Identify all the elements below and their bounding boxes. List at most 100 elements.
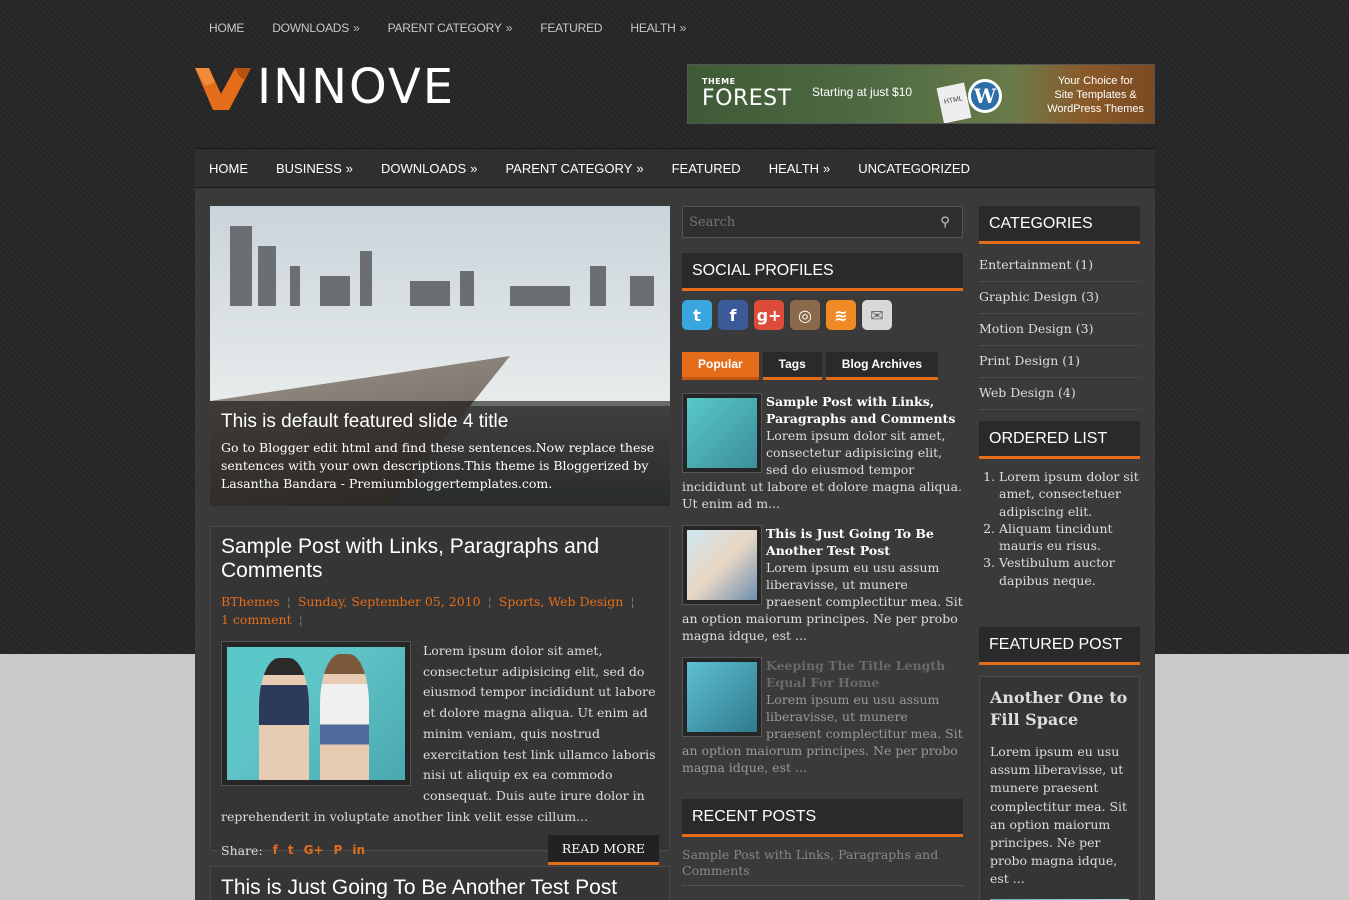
facebook-share-icon[interactable]: f — [273, 843, 278, 857]
social-icons: t f g+ ◎ ≋ ✉ — [682, 300, 892, 330]
categories-title: CATEGORIES — [979, 206, 1140, 244]
site-logo[interactable]: INNOVE — [195, 62, 455, 112]
featured-post-heading[interactable]: Another One to Fill Space — [990, 687, 1129, 731]
share-label: Share: — [221, 842, 263, 858]
submenu-arrow-icon: » — [823, 160, 831, 176]
category-link[interactable]: Motion Design (3) — [979, 314, 1140, 346]
category-link[interactable]: Web Design (4) — [979, 378, 1140, 410]
slide-description: Go to Blogger edit html and find these s… — [221, 440, 655, 491]
categories-list: Entertainment (1) Graphic Design (3) Mot… — [979, 250, 1140, 410]
ordered-list-item: Vestibulum auctor dapibus neque. — [999, 554, 1140, 589]
main-nav-label: BUSINESS — [276, 160, 342, 176]
google-plus-icon[interactable]: g+ — [754, 300, 784, 330]
read-more-button[interactable]: READ MORE — [547, 835, 659, 866]
social-profiles-title: SOCIAL PROFILES — [682, 253, 963, 291]
twitter-icon[interactable]: t — [682, 300, 712, 330]
logo-v-icon — [195, 64, 251, 110]
top-nav-label: HEALTH — [630, 21, 676, 35]
popular-post-thumbnail[interactable] — [682, 657, 762, 737]
popular-post-thumbnail[interactable] — [682, 525, 762, 605]
post-thumbnail[interactable] — [221, 641, 411, 786]
main-nav-label: DOWNLOADS — [380, 160, 467, 176]
search-box: ⚲ — [682, 206, 963, 238]
linkedin-share-icon[interactable]: in — [352, 843, 365, 857]
banner-tagline-line: Your Choice for — [1057, 75, 1134, 87]
tab-popular[interactable]: Popular — [682, 352, 759, 380]
wordpress-icon: W — [968, 79, 1002, 113]
search-input[interactable] — [683, 214, 933, 230]
main-nav-label: HOME — [209, 160, 248, 176]
popular-post: This is Just Going To Be Another Test Po… — [682, 525, 963, 645]
facebook-icon[interactable]: f — [718, 300, 748, 330]
rss-icon[interactable]: ≋ — [826, 300, 856, 330]
featured-slider[interactable]: This is default featured slide 4 title G… — [210, 206, 670, 506]
photo-figure — [319, 653, 370, 780]
building-shape — [360, 251, 372, 306]
banner-brand: THEME FOREST — [702, 77, 792, 111]
recent-posts-title: RECENT POSTS — [682, 799, 963, 837]
top-nav-label: FEATURED — [540, 21, 603, 35]
post-comments-link[interactable]: 1 comment — [221, 612, 292, 627]
twitter-share-icon[interactable]: t — [288, 843, 294, 857]
banner-brand-name: FOREST — [702, 86, 792, 111]
top-nav-downloads[interactable]: DOWNLOADS» — [258, 16, 373, 40]
main-nav-health[interactable]: HEALTH» — [755, 161, 845, 176]
building-shape — [320, 276, 350, 306]
popular-post: Keeping The Title Length Equal For Home … — [682, 657, 963, 777]
category-link[interactable]: Entertainment (1) — [979, 250, 1140, 282]
main-nav-label: HEALTH — [768, 160, 820, 176]
main-nav-featured[interactable]: FEATURED — [658, 161, 755, 176]
submenu-arrow-icon: » — [353, 21, 360, 35]
main-nav-parent-category[interactable]: PARENT CATEGORY» — [491, 161, 657, 176]
post-title[interactable]: This is Just Going To Be Another Test Po… — [210, 866, 670, 900]
banner-tagline-line: Site Templates & — [1054, 89, 1137, 101]
post-date: Sunday, September 05, 2010 — [297, 594, 481, 609]
main-nav-downloads[interactable]: DOWNLOADS» — [367, 161, 491, 176]
post-author[interactable]: BThemes — [221, 594, 280, 609]
slide-title[interactable]: This is default featured slide 4 title — [221, 411, 659, 433]
tab-blog-archives[interactable]: Blog Archives — [825, 352, 939, 380]
tab-tags[interactable]: Tags — [762, 352, 822, 380]
top-nav-home[interactable]: HOME — [195, 16, 258, 40]
post-body: Lorem ipsum dolor sit amet, consectetur … — [221, 641, 659, 827]
instagram-icon[interactable]: ◎ — [790, 300, 820, 330]
main-nav-uncategorized[interactable]: UNCATEGORIZED — [844, 161, 984, 176]
themeforest-banner-ad[interactable]: THEME FOREST Starting at just $10 HTML W … — [687, 64, 1155, 124]
popular-posts-list: Sample Post with Links, Paragraphs and C… — [682, 393, 963, 789]
top-nav-health[interactable]: HEALTH» — [616, 16, 700, 40]
post-label-link[interactable]: Web Design — [548, 594, 623, 609]
top-nav-parent-category[interactable]: PARENT CATEGORY» — [374, 16, 527, 40]
main-nav: HOME BUSINESS» DOWNLOADS» PARENT CATEGOR… — [195, 148, 1155, 188]
post-label-link[interactable]: Sports — [499, 594, 541, 609]
photo-figure — [259, 657, 309, 780]
page-wrapper: HOME DOWNLOADS» PARENT CATEGORY» FEATURE… — [195, 0, 1155, 900]
submenu-arrow-icon: » — [636, 160, 644, 176]
post-title[interactable]: Sample Post with Links, Paragraphs and C… — [221, 535, 659, 583]
banner-offer: Starting at just $10 — [812, 85, 913, 99]
category-link[interactable]: Graphic Design (3) — [979, 282, 1140, 314]
ordered-list-title: ORDERED LIST — [979, 421, 1140, 459]
thumbnail-image — [687, 530, 757, 600]
main-nav-business[interactable]: BUSINESS» — [262, 161, 367, 176]
submenu-arrow-icon: » — [505, 21, 513, 35]
main-nav-label: PARENT CATEGORY — [505, 160, 633, 176]
thumbnail-image — [687, 398, 757, 468]
main-nav-label: UNCATEGORIZED — [858, 160, 970, 176]
category-link[interactable]: Print Design (1) — [979, 346, 1140, 378]
submenu-arrow-icon: » — [679, 21, 687, 35]
submenu-arrow-icon: » — [345, 160, 353, 176]
google-plus-share-icon[interactable]: G+ — [304, 843, 324, 857]
building-shape — [510, 286, 570, 306]
popular-post-thumbnail[interactable] — [682, 393, 762, 473]
share-bar: Share: f t G+ P in READ MORE — [221, 835, 659, 866]
pinterest-share-icon[interactable]: P — [334, 843, 343, 857]
main-nav-home[interactable]: HOME — [195, 161, 262, 176]
recent-post-link[interactable]: Sample Post with Links, Paragraphs and C… — [682, 847, 963, 886]
top-nav-featured[interactable]: FEATURED — [526, 16, 616, 40]
meta-separator: ¦ — [487, 594, 492, 609]
top-nav: HOME DOWNLOADS» PARENT CATEGORY» FEATURE… — [195, 16, 700, 40]
building-shape — [460, 271, 474, 306]
logo-text: INNOVE — [257, 59, 456, 115]
search-icon[interactable]: ⚲ — [933, 215, 957, 230]
email-icon[interactable]: ✉ — [862, 300, 892, 330]
